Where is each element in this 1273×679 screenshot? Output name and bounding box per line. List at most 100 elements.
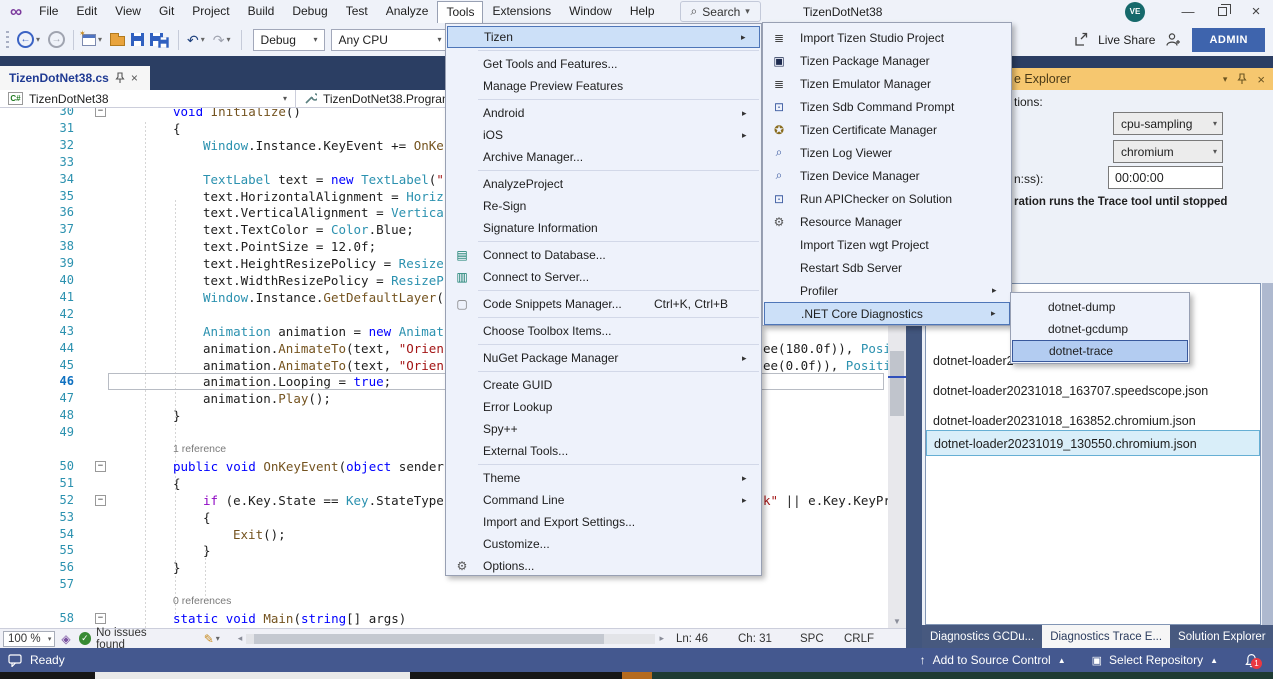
fold-collapse-icon[interactable]: − [95,613,106,624]
menu-item-tizen-certificate-manager[interactable]: ✪Tizen Certificate Manager [764,118,1010,141]
menubar-analyze[interactable]: Analyze [377,1,438,23]
panel-scrollbar[interactable] [1262,283,1273,625]
menu-item-get-tools-and-features[interactable]: Get Tools and Features... [447,53,760,75]
menu-item-ios[interactable]: iOS▸ [447,124,760,146]
codelens-references[interactable]: 1 reference [173,441,226,458]
menu-item-android[interactable]: Android▸ [447,102,760,124]
menu-item-code-snippets-manager[interactable]: ▢Code Snippets Manager...Ctrl+K, Ctrl+B [447,293,760,315]
menu-item-command-line[interactable]: Command Line▸ [447,489,760,511]
menu-item-spy[interactable]: Spy++ [447,418,760,440]
menubar-help[interactable]: Help [621,1,664,23]
menu-item-tizen[interactable]: Tizen▸ [447,26,760,48]
toolbar-grip[interactable] [6,31,9,49]
restore-button[interactable] [1205,0,1239,23]
menu-item-choose-toolbox-items[interactable]: Choose Toolbox Items... [447,320,760,342]
menubar-edit[interactable]: Edit [67,1,106,23]
scroll-left-icon[interactable]: ◂ [238,633,243,644]
menu-item-import-tizen-wgt-project[interactable]: Import Tizen wgt Project [764,233,1010,256]
zoom-dropdown[interactable]: 100 % ▾ [3,631,55,647]
output-format-dropdown[interactable]: chromium ▾ [1113,140,1223,163]
menu-item-analyzeproject[interactable]: AnalyzeProject [447,173,760,195]
select-repository-button[interactable]: ▣ Select Repository ▲ [1092,653,1218,667]
menu-item-dotnet-gcdump[interactable]: dotnet-gcdump [1012,318,1188,340]
space-mode-indicator[interactable]: SPC [800,633,844,645]
menubar-build[interactable]: Build [239,1,284,23]
add-user-icon[interactable] [1165,32,1182,47]
notifications-button[interactable]: 1 [1244,653,1259,668]
editor-health-icon[interactable]: ◈ [61,632,70,646]
save-button[interactable] [128,28,147,52]
live-share-label[interactable]: Live Share [1098,33,1155,47]
menu-item-restart-sdb-server[interactable]: Restart Sdb Server [764,256,1010,279]
menu-item-net-core-diagnostics[interactable]: .NET Core Diagnostics▸ [764,302,1010,325]
scroll-down-icon[interactable]: ▼ [888,617,906,626]
open-file-button[interactable] [107,28,128,52]
panel-tab-solution-explorer[interactable]: Solution Explorer [1170,625,1273,648]
search-box[interactable]: ⌕ Search ▾ [680,1,761,22]
menu-item-options[interactable]: ⚙Options... [447,555,760,577]
menu-item-customize[interactable]: Customize... [447,533,760,555]
fold-collapse-icon[interactable]: − [95,495,106,506]
project-dropdown[interactable]: C# TizenDotNet38 ▾ [0,90,296,107]
menu-item-connect-to-server[interactable]: ▥Connect to Server... [447,266,760,288]
panel-tab-diagnostics-gcdu[interactable]: Diagnostics GCDu... [922,625,1042,648]
solution-configuration-dropdown[interactable]: Debug ▾ [253,29,325,51]
close-tab-icon[interactable]: × [131,71,138,85]
minimize-button[interactable]: — [1171,0,1205,23]
horizontal-scrollbar[interactable] [246,634,655,644]
admin-button[interactable]: ADMIN [1192,28,1265,52]
navigate-back-button[interactable]: ←▾ [14,28,45,52]
menu-item-connect-to-database[interactable]: ▤Connect to Database... [447,244,760,266]
scrollbar-thumb[interactable] [890,351,904,416]
fold-collapse-icon[interactable]: − [95,108,106,117]
menubar-debug[interactable]: Debug [283,1,336,23]
document-tab[interactable]: TizenDotNet38.cs × [0,66,150,90]
menubar-tools[interactable]: Tools [437,1,483,23]
save-all-button[interactable] [147,28,173,52]
solution-platform-dropdown[interactable]: Any CPU ▾ [331,29,449,51]
menu-item-external-tools[interactable]: External Tools... [447,440,760,462]
menu-item-signature-information[interactable]: Signature Information [447,217,760,239]
menu-item-tizen-sdb-command-prompt[interactable]: ⊡Tizen Sdb Command Prompt [764,95,1010,118]
menu-item-create-guid[interactable]: Create GUID [447,374,760,396]
menu-item-resource-manager[interactable]: ⚙Resource Manager [764,210,1010,233]
fold-collapse-icon[interactable]: − [95,461,106,472]
close-button[interactable]: × [1239,0,1273,23]
code-cleanup-icon[interactable]: ✎ [204,632,214,646]
code-line-57[interactable]: 57 [0,576,888,593]
pin-icon[interactable] [115,72,125,84]
menu-item-manage-preview-features[interactable]: Manage Preview Features [447,75,760,97]
menubar-test[interactable]: Test [337,1,377,23]
menu-item-import-and-export-settings[interactable]: Import and Export Settings... [447,511,760,533]
menu-item-import-tizen-studio-project[interactable]: ≣Import Tizen Studio Project [764,26,1010,49]
menu-item-error-lookup[interactable]: Error Lookup [447,396,760,418]
menu-item-tizen-device-manager[interactable]: ⌕Tizen Device Manager [764,164,1010,187]
menu-item-tizen-emulator-manager[interactable]: ≣Tizen Emulator Manager [764,72,1010,95]
close-panel-icon[interactable]: × [1257,72,1265,87]
codelens-row[interactable]: 0 references [0,593,888,610]
code-line-58[interactable]: 58−static void Main(string[] args) [0,610,888,627]
line-ending-indicator[interactable]: CRLF [844,633,906,645]
user-avatar[interactable]: VE [1125,2,1145,22]
trace-profile-dropdown[interactable]: cpu-sampling ▾ [1113,112,1223,135]
menubar-window[interactable]: Window [560,1,621,23]
type-dropdown[interactable]: TizenDotNet38.Program [296,90,460,107]
menu-item-dotnet-dump[interactable]: dotnet-dump [1012,296,1188,318]
menu-item-profiler[interactable]: Profiler▸ [764,279,1010,302]
scroll-right-icon[interactable]: ▸ [659,633,664,644]
add-to-source-control-button[interactable]: ↑ Add to Source Control ▲ [920,653,1066,667]
window-position-icon[interactable]: ▾ [1223,74,1228,85]
redo-button[interactable]: ↷▾ [210,28,236,52]
panel-tab-diagnostics-trace-e[interactable]: Diagnostics Trace E... [1042,625,1170,648]
duration-input[interactable]: 00:00:00 [1108,166,1223,189]
menu-item-nuget-package-manager[interactable]: NuGet Package Manager▸ [447,347,760,369]
menu-item-run-apichecker-on-solution[interactable]: ⊡Run APIChecker on Solution [764,187,1010,210]
menu-item-re-sign[interactable]: Re-Sign [447,195,760,217]
menubar-extensions[interactable]: Extensions [483,1,560,23]
menubar-view[interactable]: View [106,1,150,23]
menubar-git[interactable]: Git [150,1,183,23]
navigate-forward-button[interactable]: → [45,28,68,52]
trace-file-item[interactable]: dotnet-loader20231019_130550.chromium.js… [926,430,1260,456]
menu-item-archive-manager[interactable]: Archive Manager... [447,146,760,168]
trace-file-item[interactable]: dotnet-loader20231018_163707.speedscope.… [926,378,1260,404]
